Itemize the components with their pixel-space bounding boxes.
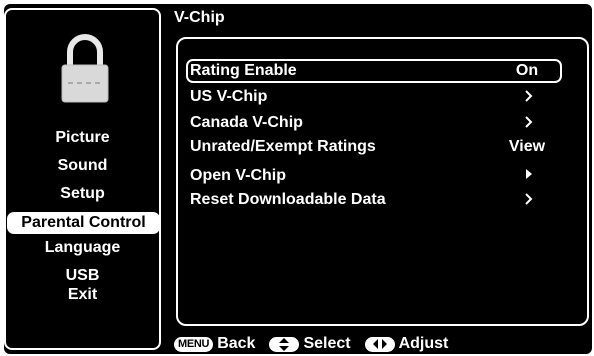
padlock-icon [61, 34, 109, 103]
sidebar-item-parental-control[interactable]: Parental Control [7, 212, 160, 234]
us-vchip-label: US V-Chip [190, 88, 268, 105]
canada-vchip-row[interactable]: Canada V-Chip [186, 111, 562, 135]
us-vchip-row[interactable]: US V-Chip [186, 85, 562, 109]
back-hint: Back [217, 335, 256, 352]
page-title: V-Chip [174, 9, 225, 26]
key-hints: MENU Back Select Adjust [174, 334, 462, 354]
canada-vchip-label: Canada V-Chip [190, 114, 303, 131]
sidebar-item-picture[interactable]: Picture [6, 128, 159, 147]
open-vchip-label: Open V-Chip [190, 167, 286, 184]
unrated-exempt-value: View [508, 138, 546, 155]
triangle-right-icon [526, 169, 532, 179]
adjust-hint: Adjust [398, 335, 449, 352]
menu-key-icon: MENU [174, 336, 214, 352]
open-vchip-row[interactable]: Open V-Chip [186, 164, 562, 188]
chevron-right-icon [525, 90, 533, 102]
sidebar-item-exit[interactable]: Exit [6, 285, 159, 304]
sidebar-menu: Picture Sound Setup Parental Control Lan… [6, 128, 160, 304]
rating-enable-row[interactable]: Rating Enable On [186, 59, 562, 83]
reset-downloadable-row[interactable]: Reset Downloadable Data [186, 188, 562, 212]
sidebar: Picture Sound Setup Parental Control Lan… [4, 8, 161, 350]
sidebar-item-sound[interactable]: Sound [6, 156, 159, 175]
rating-enable-label: Rating Enable [190, 62, 297, 79]
sidebar-item-usb[interactable]: USB [6, 266, 159, 285]
unrated-exempt-label: Unrated/Exempt Ratings [190, 138, 376, 155]
sidebar-item-setup[interactable]: Setup [6, 184, 159, 203]
reset-downloadable-label: Reset Downloadable Data [190, 191, 386, 208]
vchip-options-panel: Rating Enable On US V-Chip Canada V-Chip… [176, 37, 589, 326]
unrated-exempt-row[interactable]: Unrated/Exempt Ratings View [186, 135, 562, 159]
select-hint: Select [303, 335, 351, 352]
up-down-arrows-icon [269, 336, 300, 352]
left-right-arrows-icon [364, 336, 395, 352]
chevron-right-icon [525, 116, 533, 128]
sidebar-item-language[interactable]: Language [6, 238, 159, 257]
rating-enable-value: On [515, 62, 539, 79]
chevron-right-icon [525, 193, 533, 205]
